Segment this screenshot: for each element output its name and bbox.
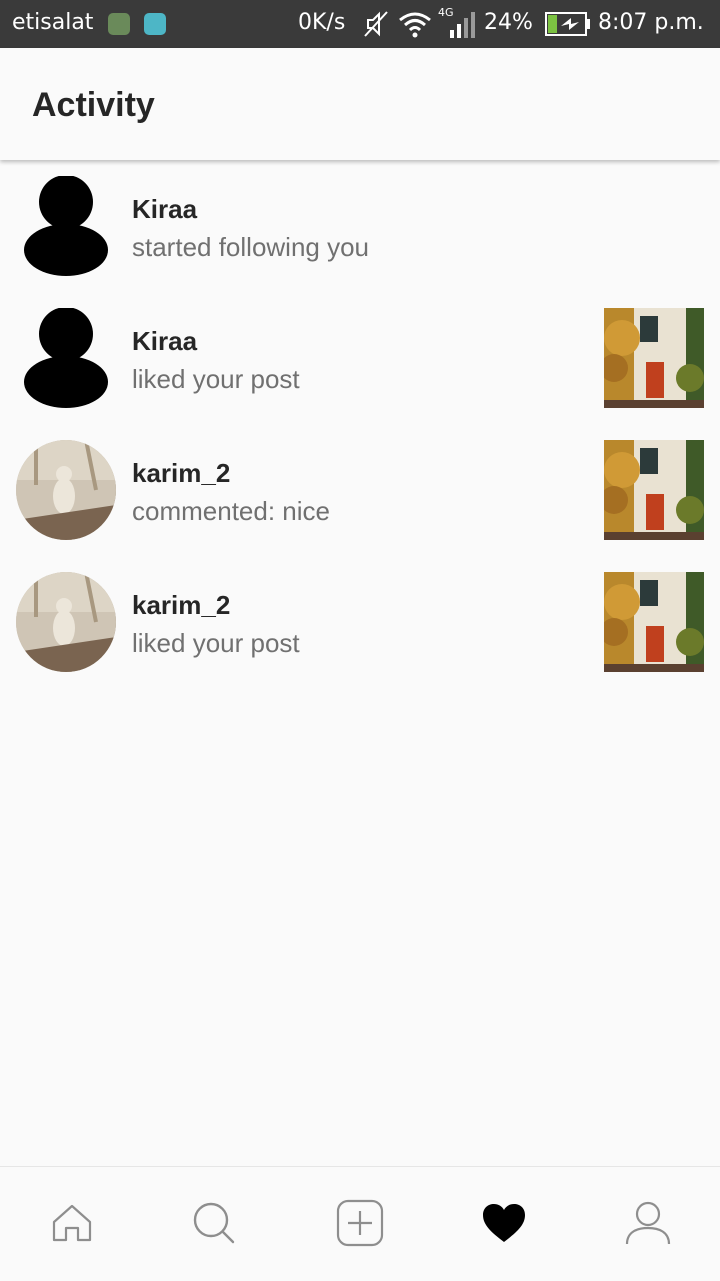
- cellular-signal-icon: 4G: [438, 6, 480, 46]
- nav-home-button[interactable]: [48, 1199, 96, 1247]
- android-notification-icon: [144, 13, 166, 35]
- nav-profile-button[interactable]: [624, 1199, 672, 1247]
- network-type: 4G: [438, 6, 454, 19]
- activity-item[interactable]: karim_2 liked your post: [0, 560, 720, 680]
- battery-charging-icon: [545, 12, 591, 40]
- activity-text: started following you: [132, 232, 370, 262]
- activity-text: liked your post: [132, 628, 300, 658]
- post-thumbnail[interactable]: [604, 572, 704, 672]
- search-icon: [193, 1202, 235, 1244]
- clock: 8:07 p.m.: [598, 10, 704, 35]
- activity-item[interactable]: karim_2 commented: nice: [0, 428, 720, 548]
- carrier-name: etisalat: [12, 10, 94, 35]
- profile-icon: [625, 1201, 671, 1245]
- username[interactable]: Kiraa: [132, 194, 197, 225]
- avatar[interactable]: [16, 176, 116, 276]
- cat-photo-avatar: [16, 572, 116, 672]
- default-avatar-icon: [24, 176, 108, 276]
- activity-item[interactable]: Kiraa liked your post: [0, 296, 720, 416]
- username[interactable]: karim_2: [132, 458, 230, 489]
- home-icon: [52, 1204, 92, 1242]
- username[interactable]: karim_2: [132, 590, 230, 621]
- activity-item[interactable]: Kiraa started following you: [0, 164, 720, 284]
- heart-icon: [483, 1204, 525, 1242]
- status-bar: etisalat 0K/s 4G 24% 8:07 p.m.: [0, 0, 720, 48]
- network-speed: 0K/s: [298, 10, 346, 35]
- activity-text: liked your post: [132, 364, 300, 394]
- mute-icon: [363, 10, 389, 42]
- nav-add-post-button[interactable]: [336, 1199, 384, 1247]
- bottom-navigation: [0, 1166, 720, 1281]
- activity-text: commented: nice: [132, 496, 330, 526]
- add-post-icon: [336, 1199, 384, 1247]
- notification-app-icon: [108, 13, 130, 35]
- avatar[interactable]: [16, 440, 116, 540]
- nav-search-button[interactable]: [190, 1199, 238, 1247]
- app-header: Activity: [0, 48, 720, 160]
- post-thumbnail[interactable]: [604, 308, 704, 408]
- battery-percent: 24%: [484, 10, 533, 35]
- default-avatar-icon: [24, 308, 108, 408]
- avatar[interactable]: [16, 308, 116, 408]
- page-title: Activity: [32, 86, 155, 124]
- username[interactable]: Kiraa: [132, 326, 197, 357]
- wifi-icon: [398, 10, 432, 42]
- avatar[interactable]: [16, 572, 116, 672]
- post-thumbnail[interactable]: [604, 440, 704, 540]
- cat-photo-avatar: [16, 440, 116, 540]
- nav-activity-button[interactable]: [480, 1199, 528, 1247]
